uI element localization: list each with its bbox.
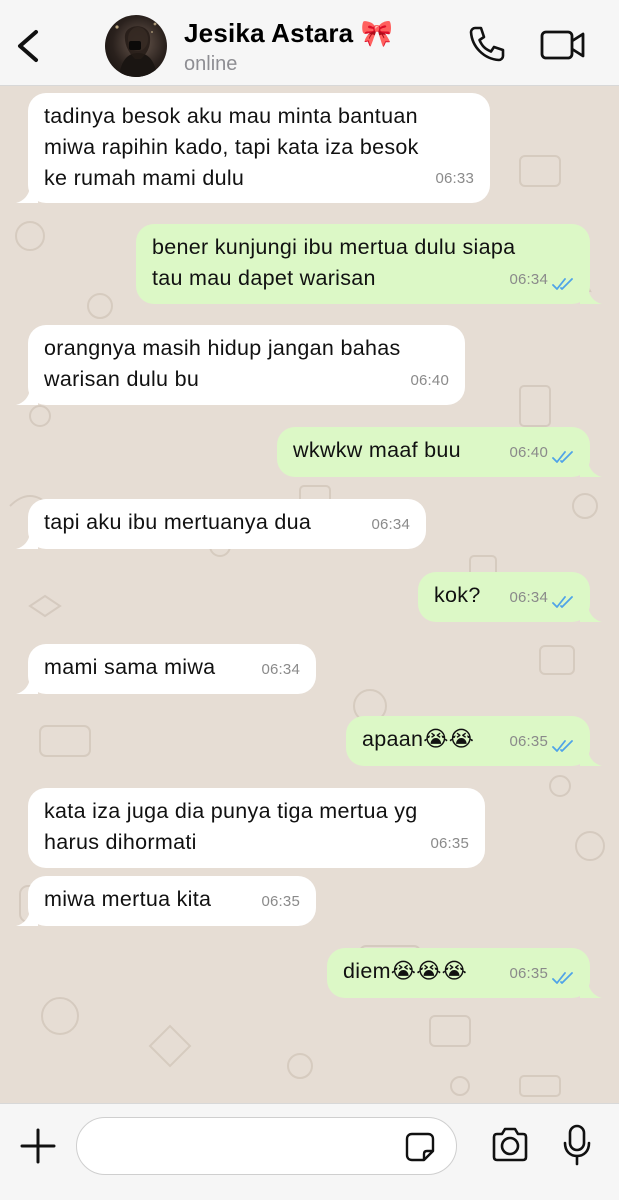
- bubble-tail: [16, 910, 38, 926]
- microphone-icon[interactable]: [562, 1124, 592, 1166]
- message-time: 06:34: [371, 516, 410, 533]
- avatar[interactable]: [105, 15, 167, 77]
- chat-header: Jesika Astara 🎀 online: [0, 0, 619, 86]
- message-text: tadinya besok aku mau minta bantuan: [44, 104, 418, 128]
- message-bubble-outgoing[interactable]: diem😭😭😭 06:35: [327, 948, 602, 998]
- read-ticks-icon: [552, 972, 573, 984]
- message-time: 06:34: [509, 589, 548, 606]
- message-bubble-outgoing[interactable]: kok? 06:34: [418, 572, 602, 622]
- message-text: warisan dulu bu: [44, 367, 200, 391]
- message-text: harus dihormati: [44, 830, 197, 854]
- message-composer: [0, 1103, 619, 1200]
- message-bubble-outgoing[interactable]: bener kunjungi ibu mertua dulu siapa tau…: [136, 224, 602, 304]
- chat-area[interactable]: tadinya besok aku mau minta bantuan miwa…: [0, 86, 619, 1103]
- message-bubble-incoming[interactable]: tadinya besok aku mau minta bantuan miwa…: [16, 93, 490, 203]
- bubble-tail: [16, 678, 38, 694]
- bubble-tail: [580, 606, 602, 622]
- message-text: bener kunjungi ibu mertua dulu siapa: [152, 235, 516, 259]
- message-bubble-outgoing[interactable]: wkwkw maaf buu 06:40: [277, 427, 602, 477]
- message-time: 06:34: [261, 661, 300, 678]
- message-bubble-incoming[interactable]: kata iza juga dia punya tiga mertua yg h…: [28, 788, 485, 868]
- phone-icon[interactable]: [466, 24, 506, 64]
- contact-name[interactable]: Jesika Astara 🎀: [184, 18, 393, 49]
- bubble-tail: [580, 750, 602, 766]
- read-ticks-icon: [552, 451, 573, 463]
- bubble-tail: [580, 982, 602, 998]
- message-time: 06:33: [435, 170, 474, 187]
- message-text: tapi aku ibu mertuanya dua: [44, 510, 312, 534]
- message-text: miwa rapihin kado, tapi kata iza besok: [44, 135, 419, 159]
- message-text: orangnya masih hidup jangan bahas: [44, 336, 401, 360]
- message-bubble-incoming[interactable]: mami sama miwa 06:34: [16, 644, 316, 694]
- message-bubble-incoming[interactable]: miwa mertua kita 06:35: [16, 876, 316, 926]
- bubble-tail: [16, 187, 38, 203]
- message-time: 06:35: [261, 893, 300, 910]
- plus-icon[interactable]: [20, 1128, 56, 1164]
- sticker-icon[interactable]: [404, 1131, 436, 1163]
- message-text: kata iza juga dia punya tiga mertua yg: [44, 799, 418, 823]
- read-ticks-icon: [552, 278, 573, 290]
- camera-icon[interactable]: [490, 1127, 530, 1163]
- message-time: 06:35: [509, 965, 548, 982]
- bubble-tail: [580, 288, 602, 304]
- message-bubble-outgoing[interactable]: apaan😭😭 06:35: [346, 716, 602, 766]
- read-ticks-icon: [552, 740, 573, 752]
- message-time: 06:35: [509, 733, 548, 750]
- contact-status: online: [184, 53, 238, 75]
- message-bubble-incoming[interactable]: orangnya masih hidup jangan bahas warisa…: [16, 325, 465, 405]
- read-ticks-icon: [552, 596, 573, 608]
- message-time: 06:34: [509, 271, 548, 288]
- message-text: ke rumah mami dulu: [44, 166, 245, 190]
- message-time: 06:35: [430, 835, 469, 852]
- message-time: 06:40: [509, 444, 548, 461]
- message-time: 06:40: [410, 372, 449, 389]
- message-bubble-incoming[interactable]: tapi aku ibu mertuanya dua 06:34: [16, 499, 426, 549]
- bubble-tail: [580, 461, 602, 477]
- bubble-tail: [16, 389, 38, 405]
- video-camera-icon[interactable]: [540, 28, 586, 62]
- message-input[interactable]: [76, 1117, 457, 1175]
- chevron-left-icon[interactable]: [12, 26, 44, 66]
- bubble-tail: [16, 533, 38, 549]
